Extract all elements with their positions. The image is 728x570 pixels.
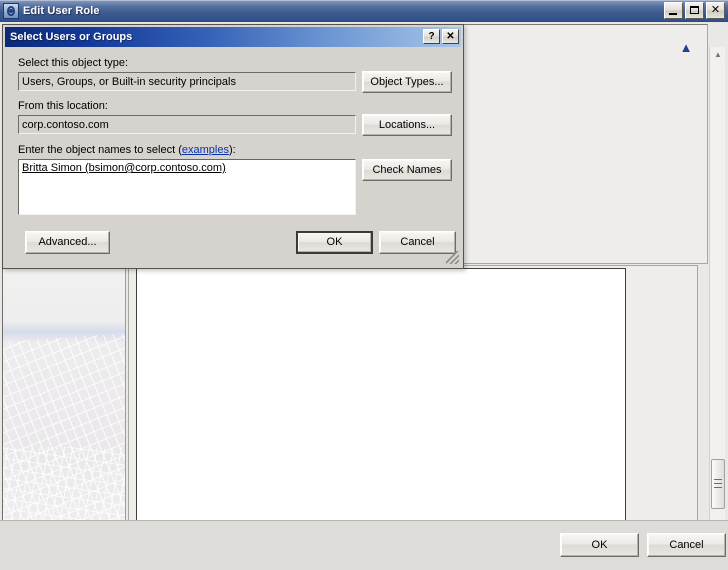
minimize-button[interactable] <box>664 2 683 19</box>
location-label: From this location: <box>18 100 108 112</box>
decorative-sidebar-panel <box>2 268 126 538</box>
object-names-input[interactable]: Britta Simon (bsimon@corp.contoso.com) <box>18 159 356 215</box>
maximize-button[interactable] <box>685 2 704 19</box>
dialog-close-icon[interactable]: ✕ <box>442 29 459 44</box>
help-icon[interactable]: ? <box>423 29 440 44</box>
dialog-cancel-button[interactable]: Cancel <box>379 231 456 254</box>
window-footer: OK Cancel <box>0 520 728 570</box>
locations-button[interactable]: Locations... <box>362 114 452 136</box>
window-title: Edit User Role <box>23 4 100 17</box>
advanced-button[interactable]: Advanced... <box>25 231 110 254</box>
scrollbar-grip-icon <box>714 479 722 488</box>
dialog-controls: ? ✕ <box>423 29 459 44</box>
application-window: Edit User Role ✕ ▲ Add Remove <box>0 0 728 570</box>
select-users-or-groups-dialog: Select Users or Groups ? ✕ Select this o… <box>2 24 464 269</box>
examples-link[interactable]: examples <box>182 144 229 156</box>
object-names-label-prefix: Enter the object names to select ( <box>18 144 182 156</box>
scrollbar-thumb[interactable] <box>711 459 725 509</box>
object-type-field[interactable]: Users, Groups, or Built-in security prin… <box>18 72 356 91</box>
window-ok-button[interactable]: OK <box>560 533 639 557</box>
dialog-ok-button[interactable]: OK <box>296 231 373 254</box>
check-names-button[interactable]: Check Names <box>362 159 452 181</box>
dialog-resize-grip-icon[interactable] <box>446 251 459 264</box>
resolved-name-text: Britta Simon (bsimon@corp.contoso.com) <box>22 162 226 174</box>
object-types-button[interactable]: Object Types... <box>362 71 452 93</box>
object-names-label: Enter the object names to select (exampl… <box>18 144 236 156</box>
object-type-label: Select this object type: <box>18 57 129 69</box>
dialog-title: Select Users or Groups <box>10 31 133 43</box>
window-controls: ✕ <box>664 2 725 19</box>
location-field[interactable]: corp.contoso.com <box>18 115 356 134</box>
chevron-up-icon[interactable]: ▲ <box>679 41 693 54</box>
window-titlebar[interactable]: Edit User Role ✕ <box>0 0 728 22</box>
window-cancel-button[interactable]: Cancel <box>647 533 726 557</box>
dialog-body: Select this object type: Users, Groups, … <box>5 47 461 266</box>
vertical-scrollbar[interactable]: ▲ ▼ <box>709 47 725 537</box>
close-icon[interactable]: ✕ <box>706 2 725 19</box>
scroll-up-icon[interactable]: ▲ <box>710 47 726 63</box>
app-shield-icon <box>3 2 19 19</box>
dialog-titlebar[interactable]: Select Users or Groups ? ✕ <box>5 27 461 47</box>
detail-content-area[interactable] <box>136 268 626 530</box>
object-names-label-suffix: ): <box>228 144 236 156</box>
